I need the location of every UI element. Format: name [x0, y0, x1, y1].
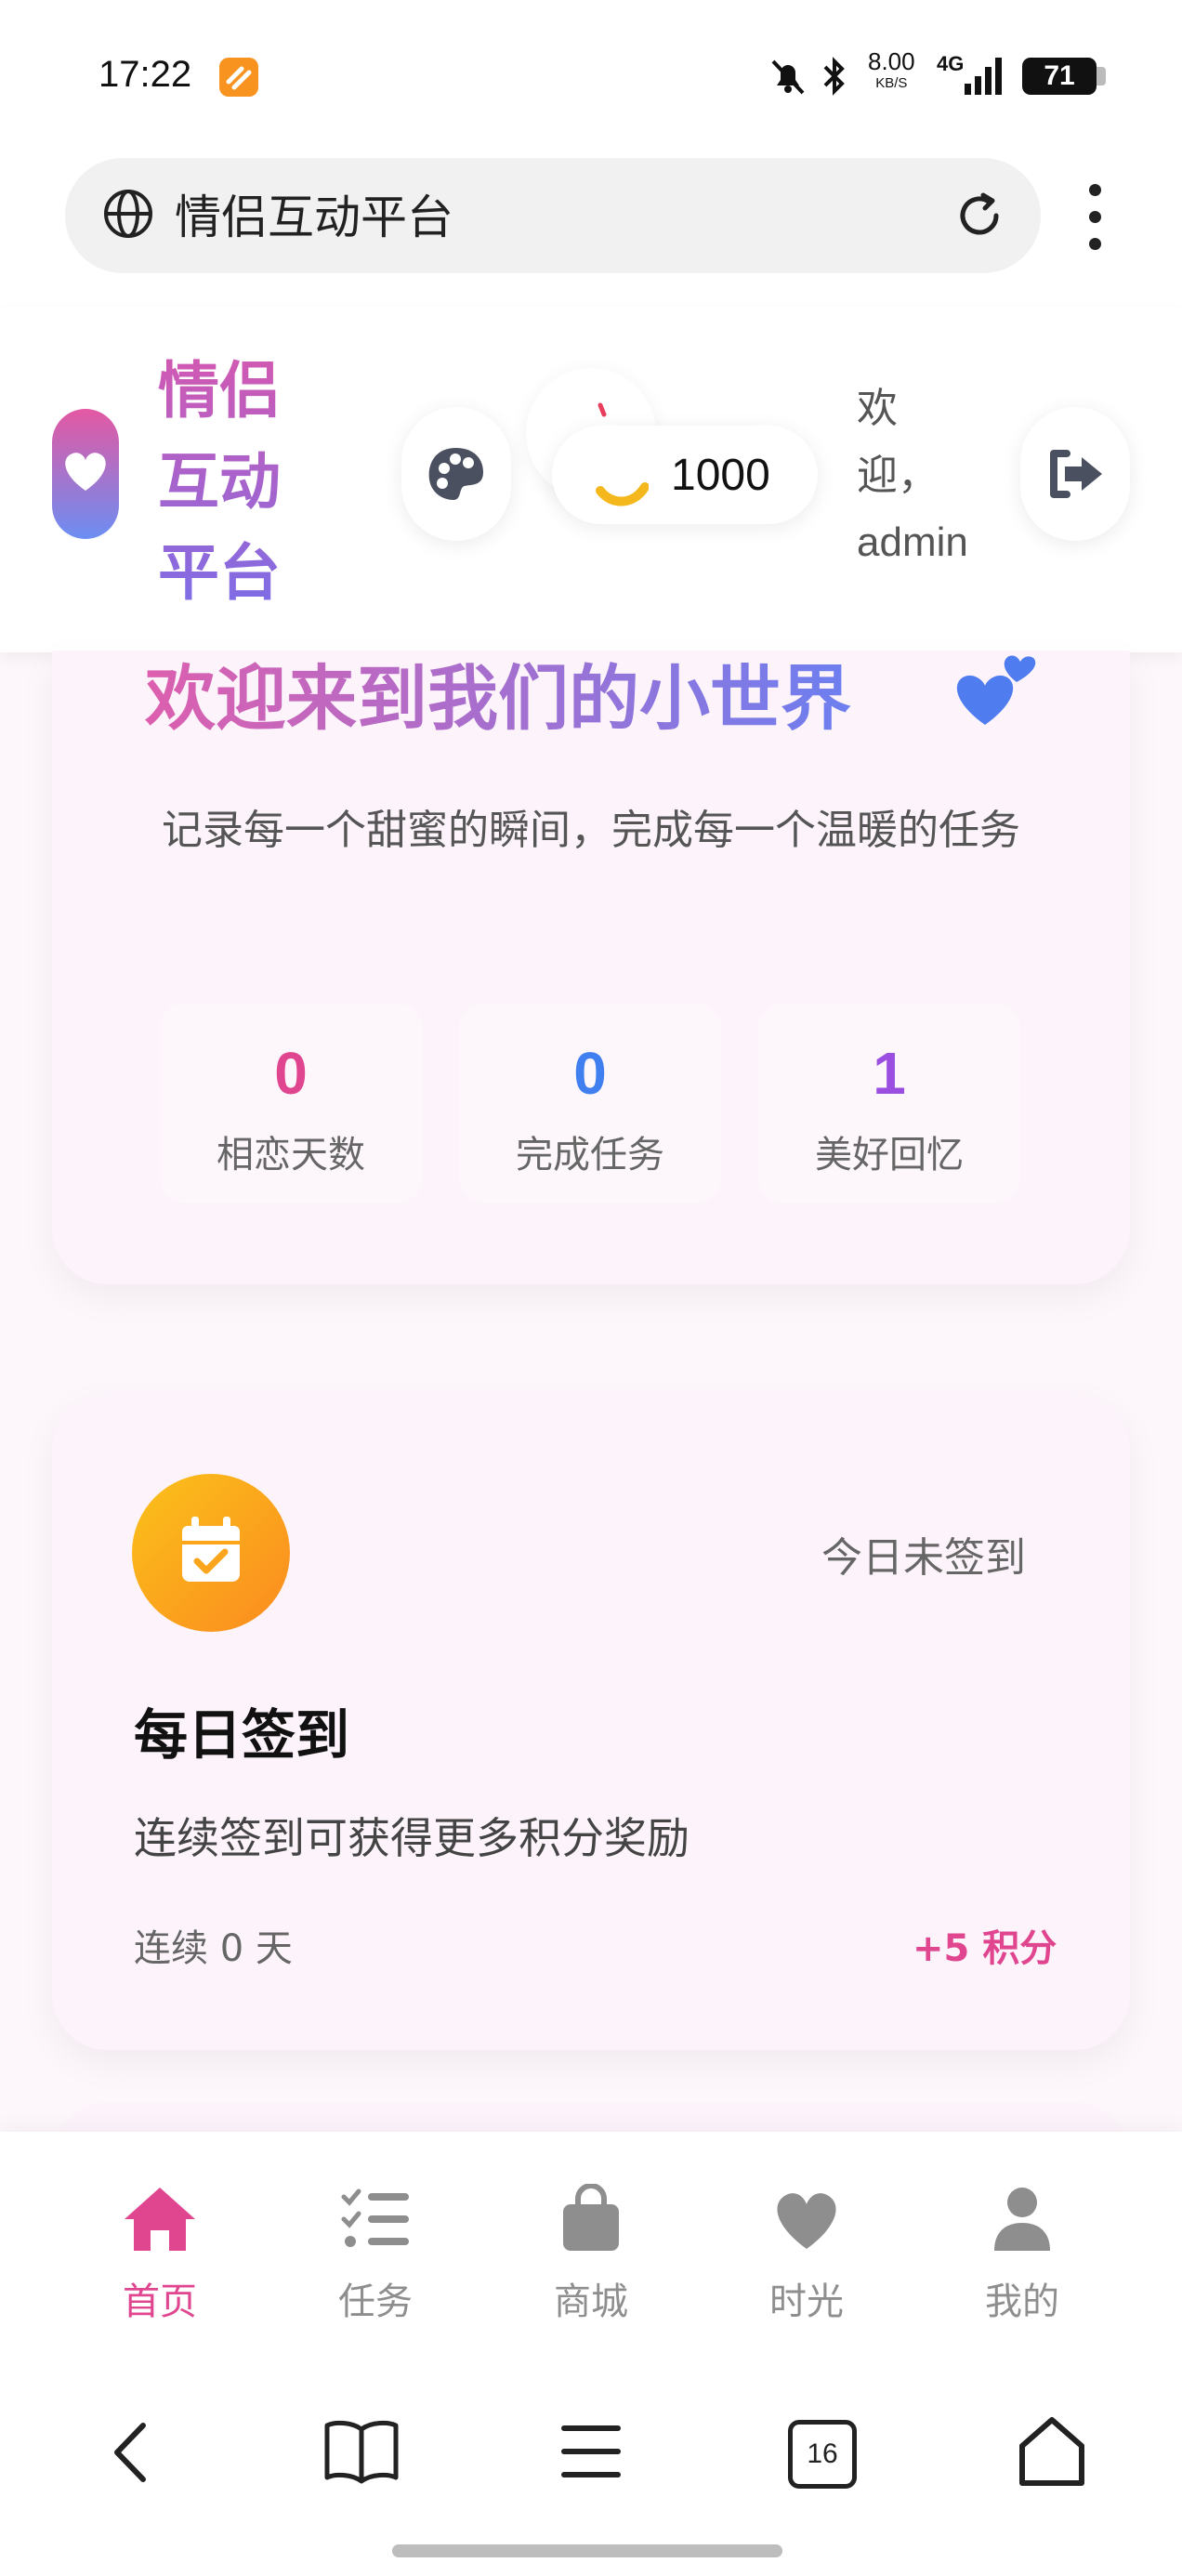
stat-memories-value: 1 [873, 1040, 906, 1107]
points-value: 1000 [671, 451, 770, 500]
checkin-streak: 连续 0 天 [134, 1927, 293, 1970]
welcome-subtitle: 记录每一个甜蜜的瞬间，完成每一个温暖的任务 [162, 807, 1020, 854]
nav-profile[interactable]: 我的 [939, 2184, 1106, 2333]
stat-completed-tasks-label: 完成任务 [516, 1134, 664, 1176]
nav-moments[interactable]: 时光 [723, 2184, 890, 2333]
battery-level: 71 [1022, 58, 1097, 95]
browser-home-icon[interactable] [1017, 2414, 1087, 2489]
heart-icon [777, 2193, 836, 2249]
globe-icon [104, 190, 152, 238]
nav-tasks-label: 任务 [338, 2280, 413, 2323]
stat-love-days-label: 相恋天数 [217, 1134, 365, 1176]
app-logo [52, 409, 119, 539]
page-title-in-address-bar[interactable]: 情侣互动平台 [175, 180, 453, 247]
welcome-line-2: 迎， [857, 453, 939, 498]
net-speed: 8.00 [868, 47, 915, 75]
welcome-username: admin [857, 519, 968, 565]
nav-shop[interactable]: 商城 [507, 2184, 675, 2333]
calendar-check-icon [182, 1517, 240, 1582]
nav-home[interactable]: 首页 [76, 2184, 243, 2333]
nav-moments-label: 时光 [769, 2280, 844, 2323]
brand-line-2: 互动 [158, 446, 281, 518]
nav-profile-label: 我的 [985, 2280, 1059, 2323]
shop-bag-icon [563, 2184, 619, 2251]
home-icon [125, 2188, 195, 2251]
back-icon[interactable] [104, 2420, 160, 2485]
user-icon [994, 2188, 1050, 2251]
brand-line-3: 平台 [158, 537, 281, 609]
theme-button[interactable] [401, 407, 511, 541]
logout-icon [1050, 450, 1102, 498]
signal-icon [965, 58, 1002, 95]
bookmarks-icon[interactable] [322, 2416, 401, 2487]
checkin-description: 连续签到可获得更多积分奖励 [134, 1813, 690, 1863]
welcome-line-1: 欢 [857, 386, 898, 431]
net-speed-unit: KB/S [875, 75, 908, 91]
nav-tasks[interactable]: 任务 [292, 2184, 459, 2333]
tab-switcher-button[interactable]: 16 [788, 2420, 857, 2489]
coin-icon [596, 482, 649, 506]
hamburger-menu-icon[interactable] [558, 2422, 624, 2481]
stat-love-days-value: 0 [274, 1040, 308, 1107]
reload-icon[interactable] [952, 188, 1007, 243]
two-hearts-icon [956, 655, 1036, 725]
checkin-icon-badge [132, 1474, 290, 1632]
logout-button[interactable] [1020, 407, 1130, 541]
checkin-title: 每日签到 [134, 1703, 350, 1767]
nav-shop-label: 商城 [554, 2280, 628, 2323]
palette-icon [428, 448, 483, 500]
tasks-icon [341, 2188, 409, 2247]
welcome-title: 欢迎来到我们的小世界 [145, 641, 851, 743]
home-indicator[interactable] [392, 2544, 782, 2557]
status-time: 17:22 [98, 54, 192, 95]
more-menu-icon[interactable] [1089, 184, 1104, 250]
brand-line-1: 情侣 [158, 355, 281, 427]
mute-bell-icon [771, 59, 805, 95]
welcome-user: 欢 迎， admin [857, 375, 987, 576]
bluetooth-icon [823, 57, 845, 96]
nav-home-label: 首页 [123, 2280, 197, 2323]
logo-heart-icon [65, 453, 106, 491]
brand-title: 情侣 互动 平台 [158, 346, 297, 619]
battery-tip [1097, 67, 1106, 85]
checkin-status: 今日未签到 [821, 1534, 1026, 1582]
checkin-reward: +5 积分 [913, 1927, 1057, 1970]
stat-memories-label: 美好回忆 [815, 1134, 964, 1176]
stat-completed-tasks-value: 0 [573, 1040, 607, 1107]
notification-app-icon [219, 58, 258, 97]
network-type: 4G [937, 52, 965, 75]
